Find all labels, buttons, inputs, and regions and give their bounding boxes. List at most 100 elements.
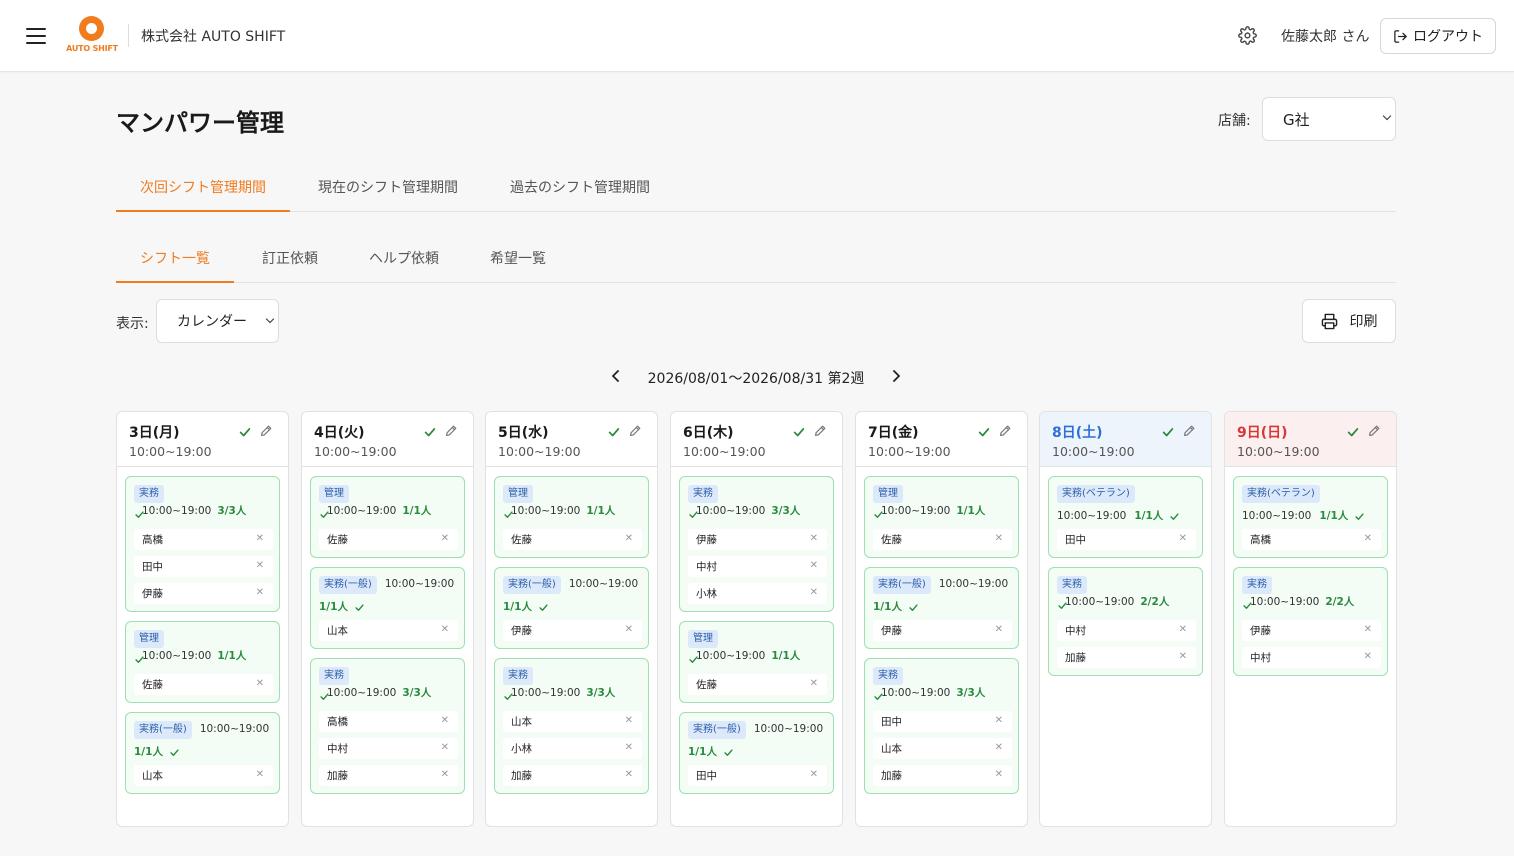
pencil-icon[interactable] bbox=[628, 423, 642, 437]
shift-info-row: 実務(一般) 10:00~19:00 bbox=[688, 721, 827, 739]
shift-status-row: 1/1人 bbox=[503, 599, 642, 614]
remove-icon[interactable]: ✕ bbox=[810, 679, 818, 689]
remove-icon[interactable]: ✕ bbox=[1364, 652, 1372, 662]
staff-name: 田中 bbox=[696, 770, 717, 782]
remove-icon[interactable]: ✕ bbox=[256, 588, 264, 598]
tab-preference-list[interactable]: 希望一覧 bbox=[474, 233, 562, 283]
day-hours: 10:00~19:00 bbox=[683, 444, 766, 459]
shift-time: 10:00~19:00 bbox=[938, 578, 1009, 590]
shift-card: 実務10:00~19:00 2/2人 伊藤 ✕ 中村 ✕ bbox=[1233, 567, 1388, 676]
assigned-staff: 伊藤 ✕ bbox=[873, 620, 1012, 641]
remove-icon[interactable]: ✕ bbox=[1179, 652, 1187, 662]
pencil-icon[interactable] bbox=[998, 423, 1012, 437]
remove-icon[interactable]: ✕ bbox=[1179, 534, 1187, 544]
remove-icon[interactable]: ✕ bbox=[256, 770, 264, 780]
remove-icon[interactable]: ✕ bbox=[441, 625, 449, 635]
shift-card: 管理10:00~19:00 1/1人 佐藤 ✕ bbox=[864, 476, 1019, 558]
check-icon[interactable] bbox=[238, 424, 252, 438]
remove-icon[interactable]: ✕ bbox=[995, 770, 1003, 780]
shift-info-row: 実務(ベテラン) bbox=[1242, 485, 1381, 503]
remove-icon[interactable]: ✕ bbox=[995, 534, 1003, 544]
day-hours: 10:00~19:00 bbox=[1237, 444, 1320, 459]
tab-current-period[interactable]: 現在のシフト管理期間 bbox=[304, 162, 472, 212]
check-icon[interactable] bbox=[977, 424, 991, 438]
day-column: 8日(土) 10:00~19:00 実務(ベテラン) 10:00~19:00 1/1人田… bbox=[1039, 411, 1212, 827]
staff-name: 伊藤 bbox=[511, 625, 532, 637]
remove-icon[interactable]: ✕ bbox=[256, 561, 264, 571]
check-icon[interactable] bbox=[423, 424, 437, 438]
remove-icon[interactable]: ✕ bbox=[441, 770, 449, 780]
brand-logo[interactable]: AUTO SHIFT bbox=[66, 14, 118, 58]
day-hours: 10:00~19:00 bbox=[1052, 444, 1135, 459]
print-button[interactable]: 印刷 bbox=[1302, 299, 1396, 343]
remove-icon[interactable]: ✕ bbox=[256, 534, 264, 544]
shift-status-row bbox=[873, 508, 1012, 520]
check-icon bbox=[134, 654, 145, 665]
shift-info-row: 実務(ベテラン) bbox=[1057, 485, 1196, 503]
staff-name: 加藤 bbox=[327, 770, 348, 782]
store-select[interactable]: G社 bbox=[1262, 97, 1396, 141]
gear-icon[interactable] bbox=[1238, 26, 1257, 45]
remove-icon[interactable]: ✕ bbox=[810, 770, 818, 780]
pencil-icon[interactable] bbox=[1182, 423, 1196, 437]
day-header: 7日(金) 10:00~19:00 bbox=[856, 412, 1027, 467]
day-header: 6日(木) 10:00~19:00 bbox=[671, 412, 842, 467]
staff-name: 田中 bbox=[1065, 534, 1086, 546]
remove-icon[interactable]: ✕ bbox=[625, 770, 633, 780]
pencil-icon[interactable] bbox=[444, 423, 458, 437]
role-badge: 実務 bbox=[1057, 576, 1087, 594]
remove-icon[interactable]: ✕ bbox=[810, 561, 818, 571]
view-select[interactable]: カレンダー bbox=[156, 299, 279, 343]
tab-next-period[interactable]: 次回シフト管理期間 bbox=[116, 162, 290, 212]
remove-icon[interactable]: ✕ bbox=[256, 679, 264, 689]
day-hours: 10:00~19:00 bbox=[868, 444, 951, 459]
remove-icon[interactable]: ✕ bbox=[810, 588, 818, 598]
shift-status-row: 1/1人 bbox=[873, 599, 1012, 614]
check-icon bbox=[688, 654, 699, 665]
pencil-icon[interactable] bbox=[813, 423, 827, 437]
remove-icon[interactable]: ✕ bbox=[625, 716, 633, 726]
remove-icon[interactable]: ✕ bbox=[995, 716, 1003, 726]
menu-icon[interactable] bbox=[26, 27, 46, 45]
tab-past-period[interactable]: 過去のシフト管理期間 bbox=[496, 162, 664, 212]
tab-help-requests[interactable]: ヘルプ依頼 bbox=[356, 233, 452, 283]
remove-icon[interactable]: ✕ bbox=[441, 716, 449, 726]
day-column: 5日(水) 10:00~19:00 管理10:00~19:00 1/1人 佐藤 ✕ 実務(一… bbox=[485, 411, 658, 827]
staff-count: 1/1人 bbox=[1319, 510, 1349, 522]
remove-icon[interactable]: ✕ bbox=[625, 534, 633, 544]
shift-info-row: 実務(一般) 10:00~19:00 bbox=[319, 576, 458, 594]
day-title: 7日(金) bbox=[868, 425, 919, 441]
tab-correction-requests[interactable]: 訂正依頼 bbox=[246, 233, 334, 283]
tab-shift-list[interactable]: シフト一覧 bbox=[116, 233, 234, 283]
shift-card: 実務(ベテラン) 10:00~19:00 1/1人 高橋 ✕ bbox=[1233, 476, 1388, 558]
remove-icon[interactable]: ✕ bbox=[441, 534, 449, 544]
check-icon[interactable] bbox=[1346, 424, 1360, 438]
chevron-right-icon[interactable] bbox=[888, 368, 904, 384]
remove-icon[interactable]: ✕ bbox=[625, 743, 633, 753]
shift-status-row: 10:00~19:00 1/1人 bbox=[1242, 508, 1381, 523]
staff-name: 高橋 bbox=[142, 534, 163, 546]
remove-icon[interactable]: ✕ bbox=[1179, 625, 1187, 635]
remove-icon[interactable]: ✕ bbox=[625, 625, 633, 635]
assigned-staff: 伊藤 ✕ bbox=[503, 620, 642, 641]
pencil-icon[interactable] bbox=[1367, 423, 1381, 437]
remove-icon[interactable]: ✕ bbox=[1364, 625, 1372, 635]
pencil-icon[interactable] bbox=[259, 423, 273, 437]
assigned-staff: 田中 ✕ bbox=[134, 556, 273, 577]
staff-name: 山本 bbox=[881, 743, 902, 755]
remove-icon[interactable]: ✕ bbox=[441, 743, 449, 753]
staff-count: 1/1人 bbox=[503, 601, 532, 613]
remove-icon[interactable]: ✕ bbox=[995, 625, 1003, 635]
role-badge: 実務 bbox=[688, 485, 718, 503]
shift-status-row bbox=[503, 690, 642, 702]
logout-button[interactable]: ログアウト bbox=[1380, 18, 1496, 54]
remove-icon[interactable]: ✕ bbox=[995, 743, 1003, 753]
check-icon[interactable] bbox=[607, 424, 621, 438]
assigned-staff: 加藤 ✕ bbox=[873, 765, 1012, 786]
chevron-left-icon[interactable] bbox=[608, 368, 624, 384]
remove-icon[interactable]: ✕ bbox=[1364, 534, 1372, 544]
logout-label: ログアウト bbox=[1413, 29, 1483, 45]
check-icon[interactable] bbox=[1161, 424, 1175, 438]
check-icon[interactable] bbox=[792, 424, 806, 438]
remove-icon[interactable]: ✕ bbox=[810, 534, 818, 544]
